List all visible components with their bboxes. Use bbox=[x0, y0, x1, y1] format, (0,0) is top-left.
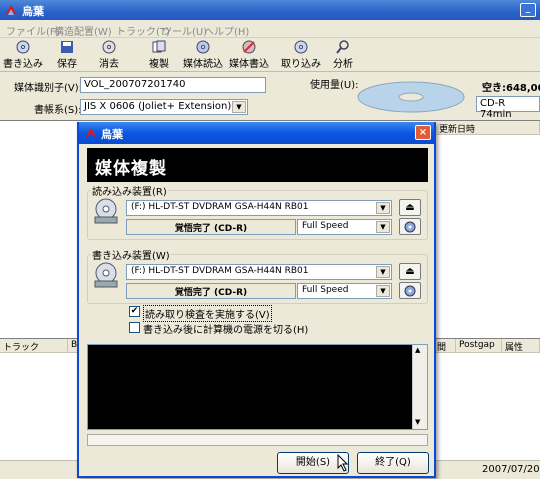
write-media-button[interactable]: 媒体書込 bbox=[228, 40, 270, 70]
read-drive-value: (F:) HL-DT-ST DVDRAM GSA-H44N RB01 bbox=[131, 202, 309, 212]
log-scrollbar[interactable]: ▲ ▼ bbox=[412, 345, 427, 429]
write-refresh-button[interactable] bbox=[399, 282, 421, 299]
magnifier-icon bbox=[336, 40, 349, 54]
menubar: ファイル(F) 構造配置(W) トラック(T) ツール(U) ヘルプ(H) bbox=[0, 20, 540, 38]
disc-drive-icon bbox=[94, 262, 118, 288]
scroll-up-icon[interactable]: ▲ bbox=[415, 346, 420, 354]
filesystem-value: JIS X 0606 (Joliet+ Extension) bbox=[84, 101, 232, 112]
import-button[interactable]: 取り込み bbox=[280, 40, 322, 70]
read-speed-value: Full Speed bbox=[302, 221, 349, 231]
volume-label: 媒体識別子(V): bbox=[14, 83, 83, 94]
write-status: 覚悟完了 (CD-R) bbox=[126, 283, 296, 299]
chevron-down-icon: ▼ bbox=[376, 202, 390, 214]
menu-help[interactable]: ヘルプ(H) bbox=[204, 23, 249, 38]
copy-media-dialog: 烏葉 × 媒体複製 読み込み装置(R) (F:) HL-DT-ST DVDRAM… bbox=[77, 122, 436, 478]
analyze-label: 分析 bbox=[333, 59, 353, 70]
end-button[interactable]: 終了(Q) bbox=[357, 452, 429, 474]
crow-logo-icon bbox=[5, 5, 17, 15]
log-output[interactable]: ▲ ▼ bbox=[87, 344, 428, 430]
import-disc-icon bbox=[294, 40, 308, 54]
read-disc-icon bbox=[196, 40, 210, 54]
dialog-header: 媒体複製 bbox=[87, 148, 428, 182]
column-track[interactable]: トラック bbox=[0, 339, 68, 353]
read-group-label: 読み込み装置(R) bbox=[91, 183, 168, 198]
write-speed-value: Full Speed bbox=[302, 285, 349, 295]
column-modified[interactable]: 更新日時 bbox=[436, 121, 540, 135]
chevron-down-icon: ▼ bbox=[376, 221, 390, 233]
column-attribute[interactable]: 属性 bbox=[502, 339, 540, 353]
main-title-text: 烏葉 bbox=[22, 5, 44, 18]
mouse-cursor-icon bbox=[337, 454, 349, 472]
crow-logo-icon bbox=[85, 128, 97, 138]
media-type-select[interactable]: CD-R 74min bbox=[476, 96, 540, 120]
menu-file[interactable]: ファイル(F) bbox=[6, 23, 60, 38]
main-titlebar[interactable]: 烏葉 _ bbox=[0, 0, 540, 20]
poweroff-label[interactable]: 書き込み後に計算機の電源を切る(H) bbox=[143, 321, 308, 336]
import-label: 取り込み bbox=[281, 59, 321, 70]
floppy-icon bbox=[61, 41, 73, 53]
burn-button[interactable]: 書き込み bbox=[2, 40, 44, 70]
poweroff-checkbox[interactable] bbox=[129, 322, 140, 333]
column-gap[interactable]: 間 bbox=[434, 339, 456, 353]
status-date: 2007/07/20 bbox=[482, 464, 540, 475]
erase-button[interactable]: 消去 bbox=[88, 40, 130, 70]
write-group-label: 書き込み装置(W) bbox=[91, 247, 171, 262]
dialog-title-text: 烏葉 bbox=[101, 128, 123, 141]
chevron-down-icon: ▼ bbox=[232, 101, 246, 113]
save-label: 保存 bbox=[57, 59, 77, 70]
volume-input[interactable]: VOL_200707201740 bbox=[80, 77, 266, 93]
check-icon: ✔ bbox=[130, 306, 139, 316]
chevron-down-icon: ▼ bbox=[376, 285, 390, 297]
read-drive-select[interactable]: (F:) HL-DT-ST DVDRAM GSA-H44N RB01 ▼ bbox=[126, 200, 392, 216]
erase-disc-icon bbox=[102, 40, 116, 54]
disc-icon bbox=[16, 40, 30, 54]
eject-icon: ⏏ bbox=[405, 266, 415, 277]
verify-label[interactable]: 読み取り検査を実施する(V) bbox=[143, 305, 272, 322]
disc-icon bbox=[404, 221, 416, 233]
close-button[interactable]: × bbox=[415, 125, 431, 140]
read-speed-select[interactable]: Full Speed ▼ bbox=[297, 219, 392, 235]
write-speed-select[interactable]: Full Speed ▼ bbox=[297, 283, 392, 299]
disc-icon bbox=[404, 285, 416, 297]
chevron-down-icon: ▼ bbox=[376, 266, 390, 278]
write-drive-select[interactable]: (F:) HL-DT-ST DVDRAM GSA-H44N RB01 ▼ bbox=[126, 264, 392, 280]
verify-checkbox[interactable]: ✔ bbox=[129, 306, 140, 317]
free-space: 空き:648,000 bbox=[482, 83, 540, 94]
copy-icon bbox=[152, 40, 166, 53]
write-disc-icon bbox=[242, 40, 256, 54]
read-media-button[interactable]: 媒体読込 bbox=[182, 40, 224, 70]
read-eject-button[interactable]: ⏏ bbox=[399, 199, 421, 216]
erase-label: 消去 bbox=[99, 59, 119, 70]
minimize-button[interactable]: _ bbox=[520, 3, 536, 17]
column-postgap[interactable]: Postgap bbox=[456, 339, 502, 353]
disc-drive-icon bbox=[94, 198, 118, 224]
usage-label: 使用量(U): bbox=[310, 80, 359, 91]
disc-usage-icon bbox=[357, 81, 465, 113]
write-drive-value: (F:) HL-DT-ST DVDRAM GSA-H44N RB01 bbox=[131, 266, 309, 276]
progress-bar bbox=[87, 434, 428, 446]
write-media-label: 媒体書込 bbox=[229, 59, 269, 70]
menu-structure[interactable]: 構造配置(W) bbox=[54, 23, 112, 38]
toolbar: 書き込み 保存 消去 複製 媒体読込 媒体書込 取り込み 分析 bbox=[0, 38, 540, 72]
read-refresh-button[interactable] bbox=[399, 218, 421, 235]
filesystem-select[interactable]: JIS X 0606 (Joliet+ Extension) ▼ bbox=[80, 99, 248, 115]
burn-label: 書き込み bbox=[3, 59, 43, 70]
analyze-button[interactable]: 分析 bbox=[322, 40, 364, 70]
menu-tools[interactable]: ツール(U) bbox=[162, 23, 207, 38]
dialog-titlebar[interactable]: 烏葉 × bbox=[79, 122, 434, 144]
copy-button[interactable]: 複製 bbox=[138, 40, 180, 70]
eject-icon: ⏏ bbox=[405, 202, 415, 213]
copy-label: 複製 bbox=[149, 59, 169, 70]
read-status: 覚悟完了 (CD-R) bbox=[126, 219, 296, 235]
filesystem-label: 書帳系(S): bbox=[34, 105, 82, 116]
read-media-label: 媒体読込 bbox=[183, 59, 223, 70]
write-eject-button[interactable]: ⏏ bbox=[399, 263, 421, 280]
save-button[interactable]: 保存 bbox=[46, 40, 88, 70]
scroll-down-icon[interactable]: ▼ bbox=[415, 418, 420, 426]
